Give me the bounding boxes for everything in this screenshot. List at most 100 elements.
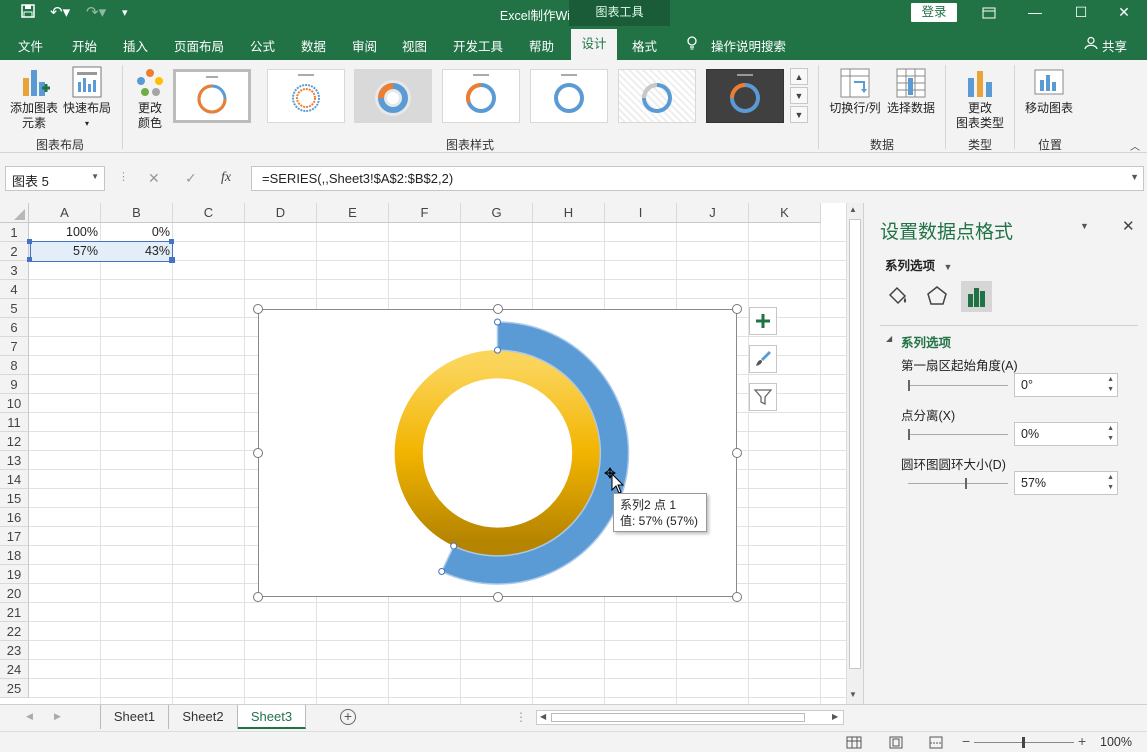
first-slice-angle-input[interactable]: 0° ▲ ▼: [1014, 373, 1118, 397]
cell-b1[interactable]: 0%: [101, 223, 173, 242]
name-box[interactable]: 图表 5 ▼: [5, 166, 105, 191]
horizontal-scroll-thumb[interactable]: [551, 713, 805, 722]
chart-filters-button[interactable]: [749, 383, 777, 411]
spin-up-icon[interactable]: ▲: [1107, 425, 1114, 432]
spin-down-icon[interactable]: ▼: [1107, 484, 1114, 491]
tell-me-search[interactable]: 操作说明搜索: [711, 36, 786, 55]
next-sheet-icon[interactable]: ▶: [54, 711, 61, 722]
point-explosion-input[interactable]: 0% ▲ ▼: [1014, 422, 1118, 446]
close-pane-icon[interactable]: ✕: [1122, 217, 1135, 235]
chart-styles-button[interactable]: [749, 345, 777, 373]
redo-icon[interactable]: ↷▾: [86, 3, 106, 23]
cell-a1[interactable]: 100%: [29, 223, 101, 242]
chart-resize-handle[interactable]: [732, 592, 742, 602]
series-options-dropdown[interactable]: 系列选项 ▼: [885, 255, 952, 274]
share-button[interactable]: 共享: [1102, 36, 1127, 55]
selected-point-handle[interactable]: [494, 318, 501, 326]
sheet-tab-3[interactable]: Sheet3: [238, 705, 306, 729]
tab-file[interactable]: 文件: [18, 36, 43, 55]
tab-split-handle[interactable]: ⋮: [515, 710, 527, 724]
zoom-slider-knob[interactable]: [1022, 737, 1025, 748]
worksheet-grid[interactable]: ABCDEFGHIJK 1 2 3 4 5 6 7 8 9 10 11 12 13 14 15 16 17 18 1…: [0, 203, 846, 704]
gallery-scroll-up-icon[interactable]: ▲: [790, 68, 808, 85]
chart-resize-handle[interactable]: [253, 592, 263, 602]
zoom-level[interactable]: 100%: [1100, 735, 1132, 749]
add-chart-element-button[interactable]: 添加图表 元素: [9, 66, 59, 134]
maximize-icon[interactable]: ☐: [1058, 0, 1104, 26]
effects-icon[interactable]: [924, 283, 950, 309]
chart-resize-handle[interactable]: [253, 448, 263, 458]
tab-page-layout[interactable]: 页面布局: [174, 36, 224, 55]
chart-resize-handle[interactable]: [732, 304, 742, 314]
chart-style-2[interactable]: [267, 69, 345, 123]
collapse-triangle-icon[interactable]: ◢: [886, 334, 892, 343]
range-resize-handle[interactable]: [169, 257, 175, 263]
sheet-tab-2[interactable]: Sheet2: [169, 705, 238, 729]
chart-style-6[interactable]: [618, 69, 696, 123]
change-colors-button[interactable]: 更改 颜色: [128, 66, 172, 134]
switch-row-column-button[interactable]: 切换行/列: [826, 66, 884, 126]
undo-icon[interactable]: ↶▾: [50, 3, 70, 23]
selected-point-handle[interactable]: [450, 542, 458, 550]
point-explosion-slider[interactable]: [908, 429, 1008, 440]
chart-style-7[interactable]: [706, 69, 784, 123]
vertical-scrollbar[interactable]: ▲ ▼: [846, 203, 863, 704]
page-layout-view-icon[interactable]: [888, 736, 904, 749]
insert-function-icon[interactable]: fx: [221, 170, 231, 186]
selected-point-handle[interactable]: [438, 568, 446, 576]
pane-options-icon[interactable]: ▼: [1080, 221, 1089, 231]
chart-style-1[interactable]: [173, 69, 251, 123]
spin-up-icon[interactable]: ▲: [1107, 474, 1114, 481]
gallery-scroll-down-icon[interactable]: ▼: [790, 87, 808, 104]
customize-quick-access-icon[interactable]: ▾: [122, 3, 128, 23]
chart-resize-handle[interactable]: [492, 592, 503, 602]
zoom-out-icon[interactable]: −: [962, 733, 970, 749]
prev-sheet-icon[interactable]: ◀: [26, 711, 33, 722]
tab-home[interactable]: 开始: [72, 36, 97, 55]
sheet-tab-1[interactable]: Sheet1: [101, 705, 169, 729]
cancel-icon[interactable]: ✕: [148, 170, 160, 187]
expand-formula-icon[interactable]: ▼: [1130, 172, 1139, 182]
quick-layout-button[interactable]: 快速布局 ▾: [62, 66, 112, 134]
select-data-button[interactable]: 选择数据: [884, 66, 938, 126]
chart-style-5[interactable]: [530, 69, 608, 123]
scroll-up-icon[interactable]: ▲: [849, 205, 857, 214]
confirm-icon[interactable]: ✓: [185, 170, 197, 187]
tab-data[interactable]: 数据: [301, 36, 326, 55]
fill-line-icon[interactable]: [884, 283, 910, 309]
ribbon-display-options-icon[interactable]: [966, 0, 1012, 26]
zoom-in-icon[interactable]: +: [1078, 733, 1086, 749]
doughnut-chart[interactable]: [259, 310, 736, 596]
login-button[interactable]: 登录: [911, 3, 957, 22]
series-options-tab[interactable]: [961, 281, 992, 312]
scroll-left-icon[interactable]: ◀: [540, 712, 546, 721]
tab-formulas[interactable]: 公式: [250, 36, 275, 55]
tab-developer[interactable]: 开发工具: [453, 36, 503, 55]
chart-resize-handle[interactable]: [732, 448, 742, 458]
range-resize-handle[interactable]: [27, 257, 32, 262]
spin-down-icon[interactable]: ▼: [1107, 435, 1114, 442]
tab-format[interactable]: 格式: [632, 36, 657, 55]
tab-insert[interactable]: 插入: [123, 36, 148, 55]
minimize-icon[interactable]: —: [1012, 0, 1058, 26]
formula-input[interactable]: =SERIES(,,Sheet3!$A$2:$B$2,2) ▼: [251, 166, 1144, 191]
move-chart-button[interactable]: 移动图表: [1020, 66, 1078, 126]
first-slice-angle-slider[interactable]: [908, 380, 1008, 391]
tab-design[interactable]: 设计: [571, 29, 617, 60]
scroll-down-icon[interactable]: ▼: [849, 690, 857, 699]
close-window-icon[interactable]: ✕: [1101, 0, 1147, 26]
chart-resize-handle[interactable]: [492, 304, 503, 314]
selected-point-handle[interactable]: [494, 346, 501, 354]
tab-view[interactable]: 视图: [402, 36, 427, 55]
scroll-right-icon[interactable]: ▶: [832, 712, 838, 721]
chart-style-3[interactable]: [354, 69, 432, 123]
donut-slice-s1-p1[interactable]: [394, 350, 601, 556]
normal-view-icon[interactable]: [846, 736, 862, 749]
range-resize-handle[interactable]: [169, 239, 174, 244]
change-chart-type-button[interactable]: 更改 图表类型: [950, 66, 1010, 134]
chart-area[interactable]: [258, 309, 737, 597]
user-icon[interactable]: [1084, 36, 1098, 53]
range-resize-handle[interactable]: [27, 239, 32, 244]
chart-elements-button[interactable]: [749, 307, 777, 335]
tab-help[interactable]: 帮助: [529, 36, 554, 55]
